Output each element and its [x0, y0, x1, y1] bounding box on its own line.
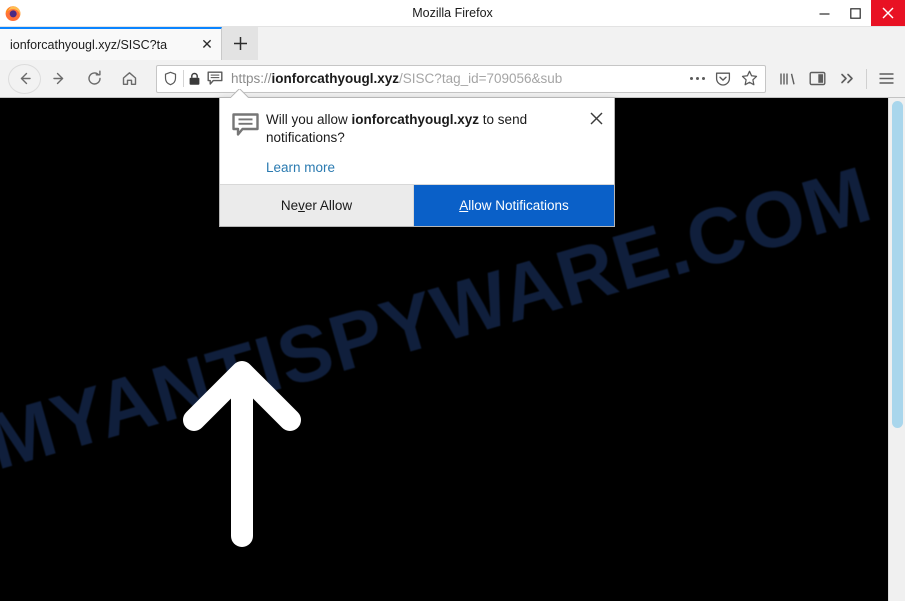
firefox-window: Mozilla Firefox ionforcathyougl.xyz/SISC…: [0, 0, 905, 601]
toolbar-divider: [866, 68, 867, 89]
bookmark-star-icon[interactable]: [736, 66, 762, 92]
popup-text-block: Will you allow ionforcathyougl.xyz to se…: [266, 111, 604, 184]
popup-message-prefix: Will you allow: [266, 112, 352, 127]
url-path: /SISC?tag_id=709056&sub: [399, 71, 563, 86]
library-icon[interactable]: [772, 64, 802, 94]
popup-message-domain: ionforcathyougl.xyz: [351, 112, 480, 127]
up-arrow-icon: [180, 356, 306, 551]
never-allow-accesskey: v: [298, 198, 305, 213]
allow-post: llow Notifications: [468, 198, 569, 213]
maximize-button[interactable]: [840, 0, 871, 26]
popup-message: Will you allow ionforcathyougl.xyz to se…: [266, 111, 578, 147]
learn-more-link[interactable]: Learn more: [266, 160, 335, 175]
firefox-logo-icon: [4, 4, 22, 22]
page-scrollbar-track[interactable]: [888, 98, 905, 601]
forward-button[interactable]: [43, 64, 76, 94]
url-scheme: https://: [231, 71, 272, 86]
reload-button[interactable]: [78, 64, 111, 94]
notification-bubble-icon: [232, 111, 266, 184]
new-tab-button[interactable]: [222, 27, 258, 60]
pocket-icon[interactable]: [710, 66, 736, 92]
toolbar-right-icons: [772, 64, 905, 94]
navigation-toolbar: https://ionforcathyougl.xyz/SISC?tag_id=…: [0, 60, 905, 98]
never-allow-post: er Allow: [304, 198, 353, 213]
title-bar: Mozilla Firefox: [0, 0, 905, 26]
overflow-chevron-icon[interactable]: [832, 64, 862, 94]
popup-footer: Ne v er Allow Allow Notifications: [220, 184, 614, 226]
padlock-icon[interactable]: [184, 66, 204, 92]
tab-close-icon[interactable]: ✕: [197, 35, 217, 55]
window-title: Mozilla Firefox: [412, 6, 493, 20]
notification-bubble-icon[interactable]: [204, 66, 226, 92]
allow-notifications-button[interactable]: Allow Notifications: [414, 185, 614, 226]
back-button[interactable]: [8, 63, 41, 94]
popup-body: Will you allow ionforcathyougl.xyz to se…: [220, 98, 614, 184]
sidebar-icon[interactable]: [802, 64, 832, 94]
notification-permission-popup: Will you allow ionforcathyougl.xyz to se…: [219, 97, 615, 227]
popup-pointer: [231, 89, 249, 98]
url-host: ionforcathyougl.xyz: [271, 71, 400, 86]
url-text[interactable]: https://ionforcathyougl.xyz/SISC?tag_id=…: [226, 71, 684, 86]
tab-active[interactable]: ionforcathyougl.xyz/SISC?ta ✕: [0, 27, 222, 60]
page-actions-icon[interactable]: [684, 66, 710, 92]
window-controls: [809, 0, 905, 26]
tracking-protection-shield-icon[interactable]: [157, 66, 183, 92]
allow-accesskey: A: [459, 198, 469, 213]
minimize-button[interactable]: [809, 0, 840, 26]
tab-title: ionforcathyougl.xyz/SISC?ta: [10, 37, 168, 52]
tab-strip: ionforcathyougl.xyz/SISC?ta ✕: [0, 26, 905, 60]
popup-close-icon[interactable]: [587, 109, 605, 127]
close-button[interactable]: [871, 0, 905, 26]
page-scrollbar-thumb[interactable]: [892, 101, 903, 428]
address-bar-actions: [684, 66, 765, 92]
home-button[interactable]: [113, 64, 146, 94]
tab-strip-empty-area: [258, 27, 905, 60]
never-allow-button[interactable]: Ne v er Allow: [220, 185, 414, 226]
never-allow-pre: Ne: [280, 198, 299, 213]
hamburger-menu-icon[interactable]: [871, 64, 901, 94]
